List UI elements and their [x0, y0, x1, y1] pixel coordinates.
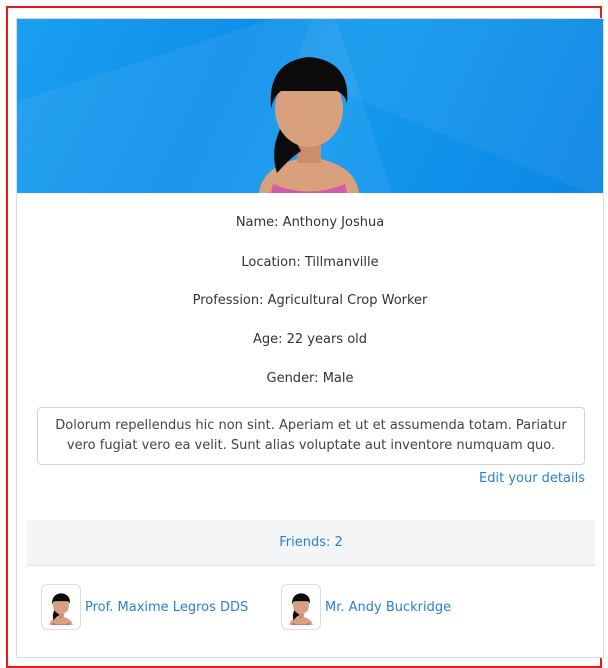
- female-avatar-icon: [289, 593, 313, 625]
- profile-bio: Dolorum repellendus hic non sint. Aperia…: [37, 407, 585, 465]
- edit-details-link[interactable]: Edit your details: [479, 471, 585, 486]
- female-avatar-icon: [49, 593, 73, 625]
- friends-header[interactable]: Friends: 2: [27, 520, 595, 566]
- profile-location: Location: Tillmanville: [241, 255, 379, 270]
- friend-item[interactable]: Prof. Maxime Legros DDS: [41, 583, 248, 631]
- profile-profession: Profession: Agricultural Crop Worker: [192, 293, 428, 308]
- profile-banner: [17, 19, 603, 193]
- profile-name: Name: Anthony Joshua: [235, 215, 385, 230]
- friend-avatar[interactable]: [41, 584, 81, 630]
- friend-name-link[interactable]: Prof. Maxime Legros DDS: [85, 600, 248, 615]
- profile-age: Age: 22 years old: [252, 332, 368, 347]
- profile-gender: Gender: Male: [266, 371, 354, 386]
- friend-item[interactable]: Mr. Andy Buckridge: [281, 583, 451, 631]
- profile-card: Name: Anthony Joshua Location: Tillmanvi…: [16, 18, 604, 658]
- female-avatar-icon: [259, 57, 359, 193]
- friend-avatar[interactable]: [281, 584, 321, 630]
- friend-name-link[interactable]: Mr. Andy Buckridge: [325, 600, 451, 615]
